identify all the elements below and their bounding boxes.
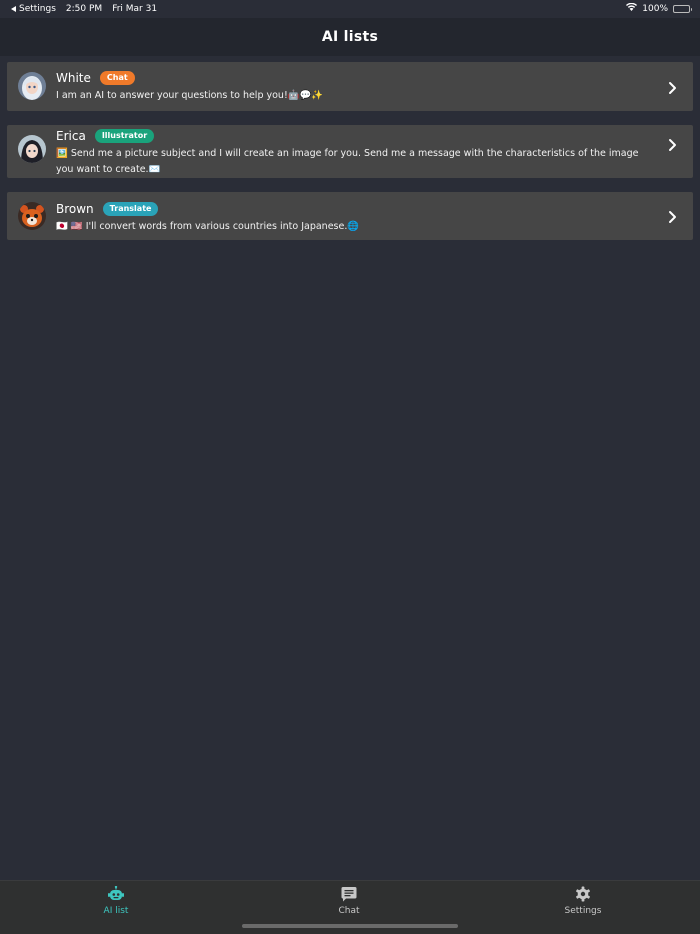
tab-label: Settings	[564, 906, 602, 916]
ai-name: Erica	[56, 129, 86, 143]
category-badge: Chat	[99, 71, 135, 85]
navigation-header: AI lists	[0, 18, 700, 56]
tab-label: AI list	[103, 906, 129, 916]
category-badge: Illustrator	[94, 129, 155, 143]
battery-percent: 100%	[642, 3, 668, 14]
ai-list-item-white[interactable]: White Chat I am an AI to answer your que…	[7, 62, 693, 111]
status-bar: Settings 2:50 PM Fri Mar 31 100%	[0, 0, 700, 18]
ai-description: I am an AI to answer your questions to h…	[56, 90, 324, 101]
ai-list-item-brown[interactable]: Brown Translate 🇯🇵 🇺🇸 I'll convert words…	[7, 192, 693, 240]
chevron-right-icon	[668, 80, 678, 94]
chevron-right-icon	[668, 137, 678, 151]
avatar	[18, 202, 46, 230]
home-indicator[interactable]	[242, 924, 458, 928]
back-label: Settings	[19, 4, 56, 14]
ai-description: 🇯🇵 🇺🇸 I'll convert words from various co…	[56, 221, 360, 232]
avatar	[18, 72, 46, 100]
tab-settings[interactable]: Settings	[543, 886, 623, 916]
tab-label: Chat	[338, 906, 360, 916]
ai-description: 🖼️ Send me a picture subject and I will …	[56, 148, 639, 175]
robot-icon	[108, 885, 124, 902]
back-arrow-icon	[11, 6, 16, 12]
ai-list-item-erica[interactable]: Erica Illustrator 🖼️ Send me a picture s…	[7, 125, 693, 178]
battery-icon	[673, 4, 692, 13]
ai-name: Brown	[56, 202, 94, 216]
tab-ai-list[interactable]: AI list	[76, 885, 156, 916]
tab-chat[interactable]: Chat	[309, 886, 389, 916]
status-date: Fri Mar 31	[112, 4, 158, 14]
wifi-icon	[626, 2, 638, 14]
chevron-right-icon	[668, 209, 678, 223]
page-title: AI lists	[321, 29, 379, 45]
status-time: 2:50 PM	[65, 4, 103, 14]
ai-name: White	[56, 71, 91, 85]
category-badge: Translate	[102, 202, 159, 216]
gear-icon	[575, 886, 591, 902]
avatar	[18, 135, 46, 163]
chat-bubble-icon	[341, 886, 357, 902]
back-to-settings-link[interactable]: Settings	[11, 4, 56, 14]
